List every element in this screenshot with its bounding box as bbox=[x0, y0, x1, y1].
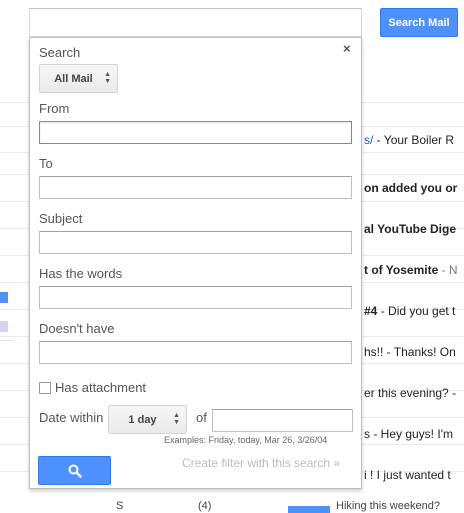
from-field[interactable] bbox=[39, 121, 352, 144]
sidebar-divider bbox=[0, 340, 12, 341]
doesnt-have-label: Doesn't have bbox=[39, 321, 115, 336]
close-icon[interactable]: × bbox=[343, 41, 351, 56]
email-row[interactable]: i ! I just wanted t bbox=[364, 468, 451, 482]
email-snippet: - Your Boiler R bbox=[373, 133, 455, 147]
label-badge bbox=[288, 506, 330, 513]
email-snippet: - Hey guys! I'm bbox=[370, 427, 453, 441]
from-label: From bbox=[39, 101, 70, 116]
email-row[interactable]: on added you or bbox=[364, 181, 457, 195]
has-attachment-checkbox[interactable] bbox=[39, 382, 51, 394]
updown-arrow-icon: ▲ ▼ bbox=[173, 412, 180, 426]
sidebar-label-marker bbox=[0, 321, 8, 332]
date-field[interactable] bbox=[212, 409, 353, 432]
email-subject: hs!! bbox=[364, 345, 384, 359]
has-words-label: Has the words bbox=[39, 266, 123, 281]
to-field[interactable] bbox=[39, 176, 352, 199]
subject-field[interactable] bbox=[39, 231, 352, 254]
email-row[interactable]: er this evening? - bbox=[364, 386, 456, 400]
email-subject: on added you or bbox=[364, 181, 458, 195]
date-examples-hint: Examples: Friday, today, Mar 26, 3/26/04 bbox=[164, 435, 328, 445]
of-label: of bbox=[196, 410, 207, 425]
email-subject: Hiking this weekend? bbox=[336, 500, 440, 512]
to-label: To bbox=[39, 156, 53, 171]
email-snippet: - Did you get t bbox=[377, 304, 456, 318]
email-row[interactable]: s - Hey guys! I'm bbox=[364, 427, 453, 441]
email-subject: al YouTube Dige bbox=[364, 222, 457, 236]
search-mail-button[interactable]: Search Mail bbox=[380, 8, 458, 37]
create-filter-link[interactable]: Create filter with this search » bbox=[182, 456, 340, 470]
date-within-select[interactable]: 1 day ▲ ▼ bbox=[108, 405, 187, 434]
search-icon bbox=[68, 464, 82, 478]
thread-count: (4) bbox=[198, 500, 212, 512]
email-snippet: - bbox=[448, 386, 457, 400]
search-scope-select[interactable]: All Mail ▲ ▼ bbox=[39, 64, 118, 93]
email-row[interactable]: al YouTube Dige bbox=[364, 222, 456, 236]
subject-label: Subject bbox=[39, 211, 83, 226]
email-row[interactable]: t of Yosemite - N bbox=[364, 263, 458, 277]
advanced-search-panel: × Search All Mail ▲ ▼ From To Subject Has… bbox=[29, 37, 362, 489]
date-within-value: 1 day bbox=[128, 413, 157, 426]
email-row[interactable]: hs!! - Thanks! On bbox=[364, 345, 456, 359]
email-subject: s/ bbox=[364, 133, 374, 147]
email-subject: er this evening? bbox=[364, 386, 449, 400]
top-search-box[interactable] bbox=[29, 8, 362, 37]
email-row[interactable]: s/ - Your Boiler R bbox=[364, 133, 454, 147]
search-submit-button[interactable] bbox=[38, 456, 111, 485]
email-subject: #4 bbox=[364, 304, 378, 318]
email-sender: S bbox=[116, 500, 124, 512]
email-row-partial[interactable]: S (4) Hiking this weekend? bbox=[0, 496, 464, 513]
updown-arrow-icon: ▲ ▼ bbox=[104, 71, 111, 85]
email-snippet: - N bbox=[438, 263, 458, 277]
has-attachment-label[interactable]: Has attachment bbox=[55, 380, 146, 395]
email-subject: i ! I just wanted t bbox=[364, 468, 451, 482]
search-scope-value: All Mail bbox=[54, 72, 93, 85]
search-scope-label: Search bbox=[39, 45, 81, 60]
sidebar-label-marker bbox=[0, 292, 8, 303]
date-within-label: Date within bbox=[39, 410, 104, 425]
doesnt-have-field[interactable] bbox=[39, 341, 352, 364]
email-subject: t of Yosemite bbox=[364, 263, 439, 277]
has-words-field[interactable] bbox=[39, 286, 352, 309]
email-row[interactable]: #4 - Did you get t bbox=[364, 304, 455, 318]
email-snippet: - Thanks! On bbox=[383, 345, 456, 359]
